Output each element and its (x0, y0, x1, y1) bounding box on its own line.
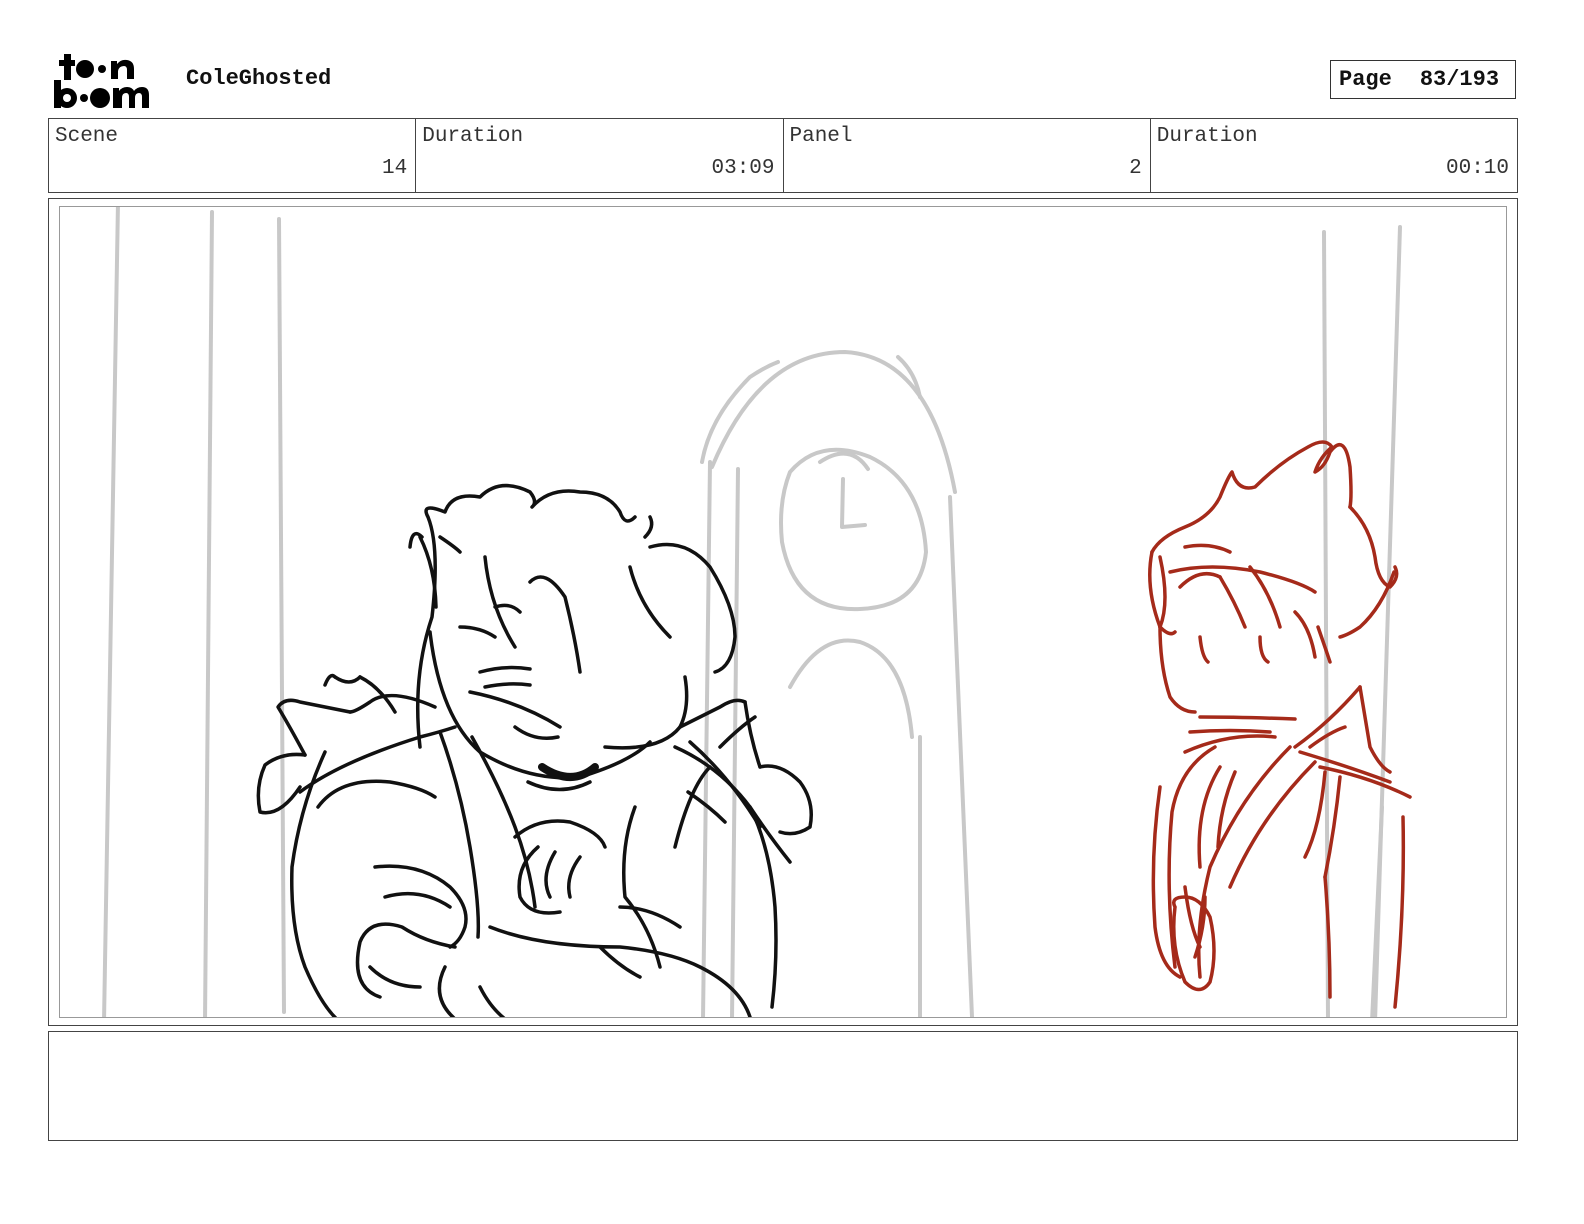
page-label: Page (1339, 67, 1392, 92)
storyboard-panel-frame (48, 198, 1518, 1026)
storyboard-panel-image (59, 206, 1507, 1018)
panel-notes-box (48, 1031, 1518, 1141)
panel-duration-cell: Duration 00:10 (1151, 119, 1517, 192)
project-title: ColeGhosted (186, 66, 332, 91)
scene-value: 14 (382, 157, 408, 180)
character-red-sketch (1148, 440, 1412, 1009)
page-indicator: Page 83/193 (1330, 60, 1516, 99)
toon-boom-logo (50, 48, 165, 114)
panel-label: Panel (789, 125, 853, 148)
scene-duration-label: Duration (422, 125, 524, 148)
scene-duration-cell: Duration 03:09 (416, 119, 784, 192)
scene-cell: Scene 14 (49, 119, 417, 192)
character-black-sketch (256, 483, 813, 1017)
scene-info-row: Scene 14 Duration 03:09 Panel 2 Duration… (48, 118, 1518, 193)
scene-duration-value: 03:09 (711, 157, 775, 180)
panel-duration-value: 00:10 (1445, 157, 1509, 180)
page-number: 83/193 (1419, 67, 1500, 92)
panel-cell: Panel 2 (784, 119, 1151, 192)
panel-value: 2 (1129, 157, 1142, 180)
panel-duration-label: Duration (1156, 125, 1258, 148)
scene-label: Scene (55, 125, 119, 148)
